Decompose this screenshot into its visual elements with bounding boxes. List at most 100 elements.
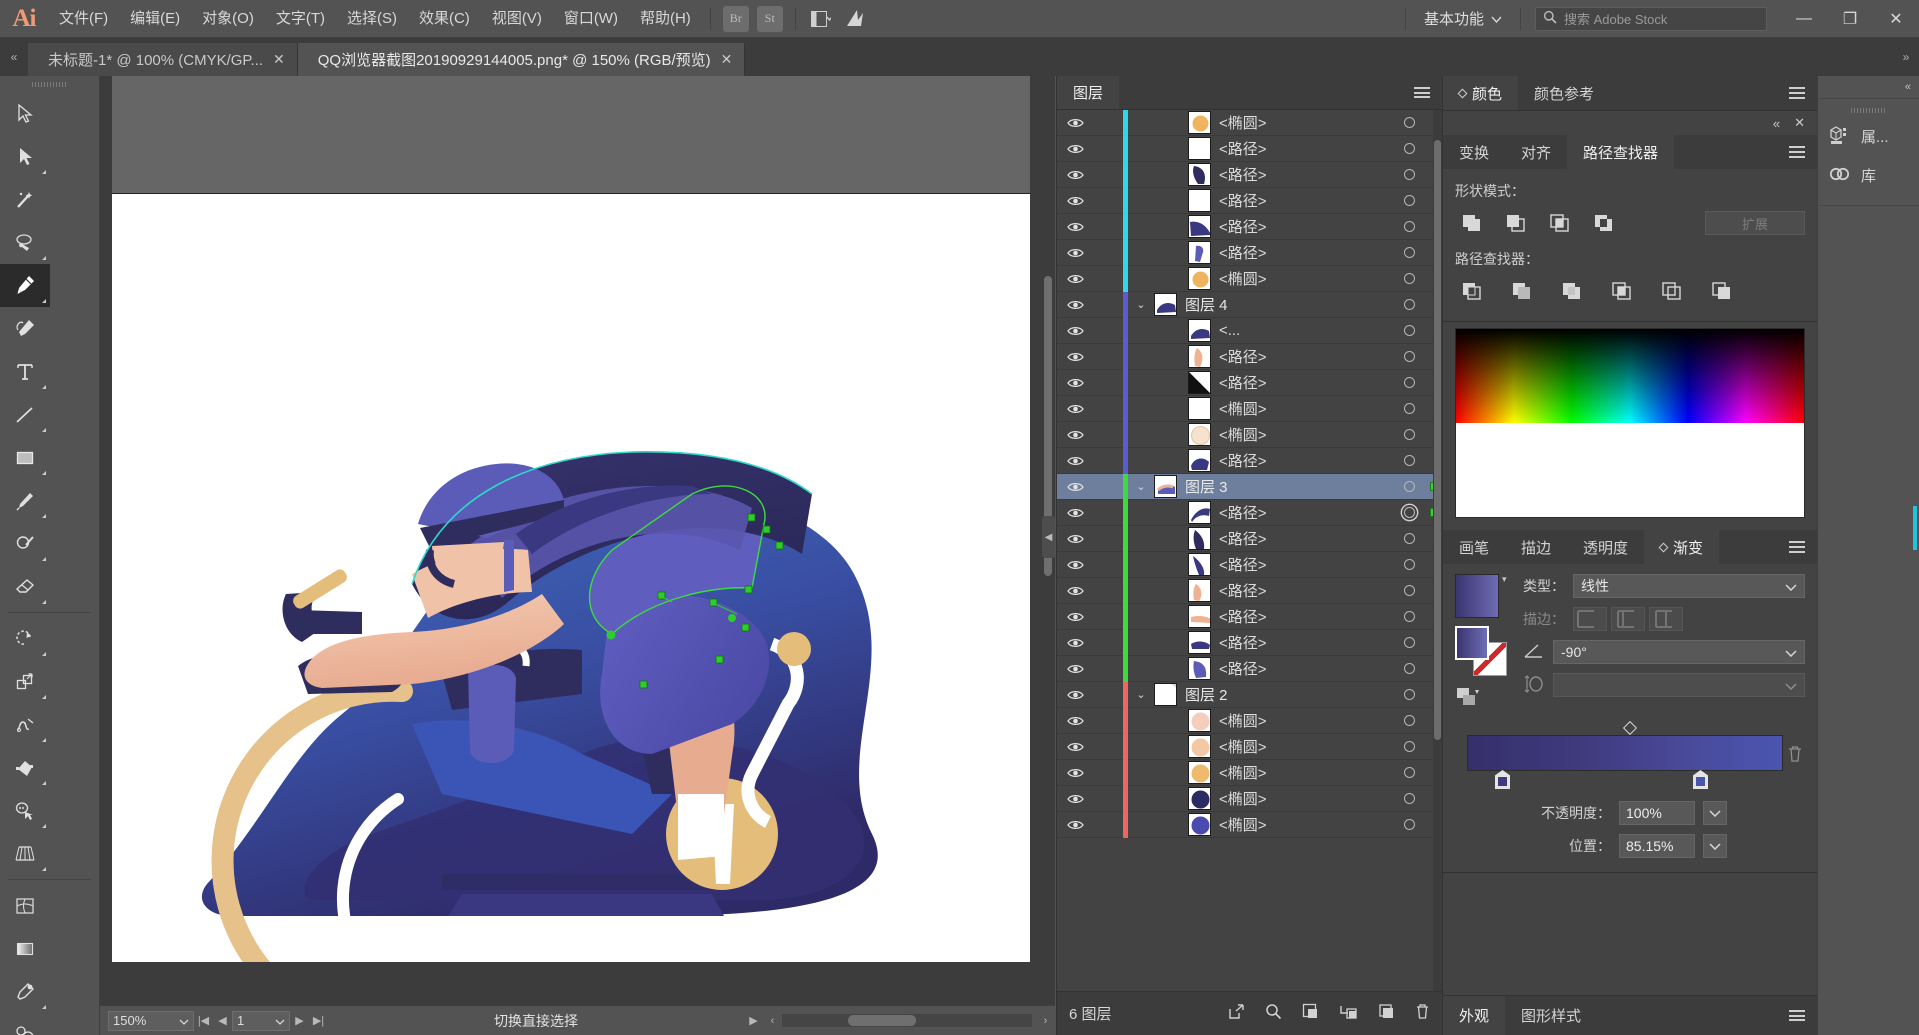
tab-layers[interactable]: 图层 xyxy=(1057,76,1120,109)
target-indicator[interactable] xyxy=(1392,247,1426,258)
visibility-toggle-icon[interactable] xyxy=(1057,169,1093,181)
target-indicator[interactable] xyxy=(1392,715,1426,726)
layers-list[interactable]: <椭圆> <路径> <路径> <路径> <路径> <路径> <椭圆> ⌄ 图层 4 <... <路径… xyxy=(1057,110,1442,991)
layer-name[interactable]: <路径> xyxy=(1219,138,1392,159)
menu-edit[interactable]: 编辑(E) xyxy=(119,0,191,38)
layer-name[interactable]: <路径> xyxy=(1219,502,1392,523)
delete-selection-icon[interactable] xyxy=(1415,1003,1430,1024)
outline-icon[interactable] xyxy=(1655,277,1689,305)
chevron-down-icon[interactable]: ▾ xyxy=(1502,574,1507,585)
target-indicator[interactable] xyxy=(1392,143,1426,154)
tab-stroke[interactable]: 描边 xyxy=(1505,530,1568,564)
target-indicator[interactable] xyxy=(1392,689,1426,700)
menu-help[interactable]: 帮助(H) xyxy=(629,0,702,38)
layer-name[interactable]: 图层 3 xyxy=(1185,476,1392,497)
target-indicator[interactable] xyxy=(1392,117,1426,128)
trash-icon[interactable] xyxy=(1787,745,1803,766)
visibility-toggle-icon[interactable] xyxy=(1057,741,1093,753)
target-indicator[interactable] xyxy=(1392,663,1426,674)
object-row[interactable]: <路径> xyxy=(1057,187,1442,214)
perspective-grid-tool[interactable] xyxy=(0,832,50,875)
stock-search-box[interactable]: 搜索 Adobe Stock xyxy=(1535,6,1767,31)
target-indicator[interactable] xyxy=(1392,819,1426,830)
layer-name[interactable]: <路径> xyxy=(1219,450,1392,471)
gradient-fill-swatch[interactable] xyxy=(1455,626,1489,660)
visibility-toggle-icon[interactable] xyxy=(1057,221,1093,233)
document-tab-qq-screenshot[interactable]: QQ浏览器截图20190929144005.png* @ 150% (RGB/预… xyxy=(297,43,746,76)
layer-name[interactable]: <路径> xyxy=(1219,580,1392,601)
visibility-toggle-icon[interactable] xyxy=(1057,117,1093,129)
tabbar-overflow-icon[interactable]: » xyxy=(1893,38,1919,76)
document-canvas-area[interactable]: ◀ xyxy=(100,76,1055,1035)
gradient-ramp[interactable] xyxy=(1467,735,1783,771)
target-indicator[interactable] xyxy=(1392,767,1426,778)
target-indicator[interactable] xyxy=(1392,637,1426,648)
visibility-toggle-icon[interactable] xyxy=(1057,273,1093,285)
target-indicator[interactable] xyxy=(1392,429,1426,440)
disclosure-triangle-icon[interactable]: ⌄ xyxy=(1128,688,1154,701)
visibility-toggle-icon[interactable] xyxy=(1057,559,1093,571)
minus-front-icon[interactable] xyxy=(1499,209,1533,237)
tab-gradient[interactable]: 渐变 xyxy=(1644,530,1720,564)
visibility-toggle-icon[interactable] xyxy=(1057,403,1093,415)
gradient-midpoint-handle[interactable] xyxy=(1622,720,1638,736)
scale-tool[interactable] xyxy=(0,660,50,703)
layer-name[interactable]: <椭圆> xyxy=(1219,736,1392,757)
visibility-toggle-icon[interactable] xyxy=(1057,715,1093,727)
menu-type[interactable]: 文字(T) xyxy=(265,0,336,38)
object-row[interactable]: <路径> xyxy=(1057,369,1442,396)
scroll-right-button[interactable]: › xyxy=(1036,1010,1055,1032)
layer-name[interactable]: <椭圆> xyxy=(1219,710,1392,731)
layer-name[interactable]: <路径> xyxy=(1219,242,1392,263)
layers-scrollbar[interactable] xyxy=(1433,110,1442,991)
release-to-layers-icon[interactable] xyxy=(1228,1003,1245,1024)
expand-button[interactable]: 扩展 xyxy=(1705,211,1805,235)
target-indicator[interactable] xyxy=(1392,403,1426,414)
eraser-tool[interactable] xyxy=(0,565,50,608)
visibility-toggle-icon[interactable] xyxy=(1057,247,1093,259)
stroke-across-icon[interactable] xyxy=(1649,607,1683,631)
artboard-number-field[interactable]: 1 xyxy=(232,1010,290,1031)
object-row[interactable]: <椭圆> xyxy=(1057,707,1442,734)
first-artboard-button[interactable]: |◀ xyxy=(194,1010,213,1032)
object-row[interactable]: <路径> xyxy=(1057,161,1442,188)
object-row[interactable]: <路径> xyxy=(1057,551,1442,578)
layer-row[interactable]: ⌄ 图层 2 xyxy=(1057,681,1442,708)
close-icon[interactable]: ✕ xyxy=(1794,115,1805,131)
rail-item-libraries[interactable]: 库 xyxy=(1818,156,1919,195)
object-row[interactable]: <椭圆> xyxy=(1057,785,1442,812)
previous-artboard-button[interactable]: ◀ xyxy=(213,1010,232,1032)
object-row[interactable]: <路径> xyxy=(1057,655,1442,682)
pathfinder-panel-menu-icon[interactable] xyxy=(1777,135,1817,169)
gradient-stop-start[interactable] xyxy=(1495,770,1510,789)
target-indicator[interactable] xyxy=(1392,351,1426,362)
restore-button[interactable]: ❐ xyxy=(1827,0,1873,38)
target-indicator[interactable] xyxy=(1392,169,1426,180)
visibility-toggle-icon[interactable] xyxy=(1057,143,1093,155)
color-spectrum-picker[interactable] xyxy=(1455,328,1805,518)
target-indicator[interactable] xyxy=(1392,273,1426,284)
minimize-button[interactable]: — xyxy=(1781,0,1827,38)
target-indicator[interactable] xyxy=(1392,559,1426,570)
paintbrush-tool[interactable] xyxy=(0,479,50,522)
mesh-tool[interactable] xyxy=(0,884,50,927)
scrollbar-thumb[interactable] xyxy=(1434,140,1441,740)
menu-file[interactable]: 文件(F) xyxy=(48,0,119,38)
free-transform-tool[interactable] xyxy=(0,746,50,789)
eyedropper-tool[interactable] xyxy=(0,970,50,1013)
visibility-toggle-icon[interactable] xyxy=(1057,455,1093,467)
gradient-tool[interactable] xyxy=(0,927,50,970)
layer-name[interactable]: <椭圆> xyxy=(1219,268,1392,289)
gradient-opacity-field[interactable]: 100% xyxy=(1619,801,1695,825)
expand-panels-icon[interactable]: « xyxy=(1818,76,1919,98)
target-indicator[interactable] xyxy=(1392,195,1426,206)
curvature-tool[interactable] xyxy=(0,307,50,350)
close-icon[interactable]: ✕ xyxy=(721,51,733,68)
layer-name[interactable]: <路径> xyxy=(1219,190,1392,211)
target-indicator[interactable] xyxy=(1392,325,1426,336)
line-segment-tool[interactable] xyxy=(0,393,50,436)
layer-name[interactable]: <椭圆> xyxy=(1219,424,1392,445)
target-indicator[interactable] xyxy=(1392,741,1426,752)
layers-panel-menu-icon[interactable] xyxy=(1402,76,1442,109)
object-row[interactable]: <椭圆> xyxy=(1057,811,1442,838)
